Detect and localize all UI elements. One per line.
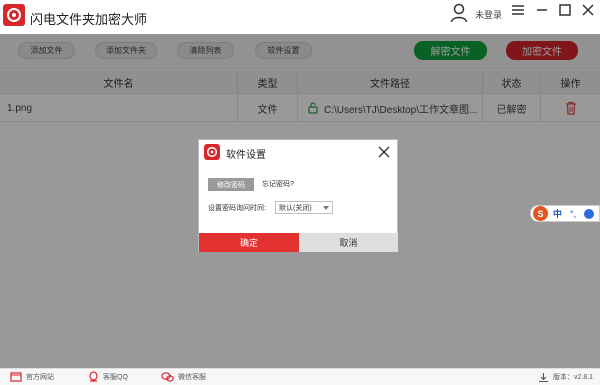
qq-support-link[interactable]: 客服QQ [88, 371, 128, 383]
settings-dialog: 软件设置 修改密码 忘记密码? 设置密码询问时间: 默认(关闭) 确定 取消 [198, 139, 398, 252]
footer-bar: 官方网站 客服QQ 微信客服 版本：v2.8.1 [0, 368, 600, 385]
maximize-icon[interactable] [557, 2, 573, 18]
password-interval-label: 设置密码询问时间: [208, 205, 266, 212]
close-icon[interactable] [580, 2, 596, 18]
website-link[interactable]: 官方网站 [10, 371, 54, 383]
forgot-password-link[interactable]: 忘记密码? [262, 179, 294, 189]
emoji-icon[interactable] [584, 208, 595, 219]
menu-icon[interactable] [510, 2, 526, 18]
qq-support-label: 客服QQ [103, 374, 128, 381]
website-label: 官方网站 [26, 374, 54, 381]
ime-punctuation-toggle[interactable]: °, [570, 209, 576, 219]
ok-button[interactable]: 确定 [199, 233, 299, 252]
app-logo-icon [3, 4, 25, 26]
ime-logo-icon[interactable]: S [533, 206, 548, 221]
minimize-icon[interactable] [534, 2, 550, 18]
app-title: 闪电文件夹加密大师 [30, 12, 148, 27]
title-bar: 闪电文件夹加密大师 未登录 [0, 0, 600, 34]
password-interval-value: 默认(关闭) [279, 204, 312, 212]
app-logo-icon [204, 144, 220, 160]
version-label: 版本：v2.8.1 [553, 374, 594, 381]
dialog-title: 软件设置 [226, 150, 266, 161]
wechat-support-link[interactable]: 微信客服 [161, 371, 206, 383]
password-interval-select[interactable]: 默认(关闭) [275, 201, 333, 214]
cancel-button[interactable]: 取消 [299, 233, 398, 252]
user-icon[interactable] [450, 3, 468, 23]
version-info: 版本：v2.8.1 [538, 371, 593, 383]
ime-toolbar[interactable]: S 中 °, [530, 205, 600, 222]
login-status[interactable]: 未登录 [475, 8, 502, 21]
chevron-down-icon [323, 206, 329, 210]
wechat-support-label: 微信客服 [178, 374, 206, 381]
dialog-close-icon[interactable] [377, 145, 391, 159]
change-password-button[interactable]: 修改密码 [208, 178, 254, 191]
ime-language-toggle[interactable]: 中 [553, 207, 562, 220]
